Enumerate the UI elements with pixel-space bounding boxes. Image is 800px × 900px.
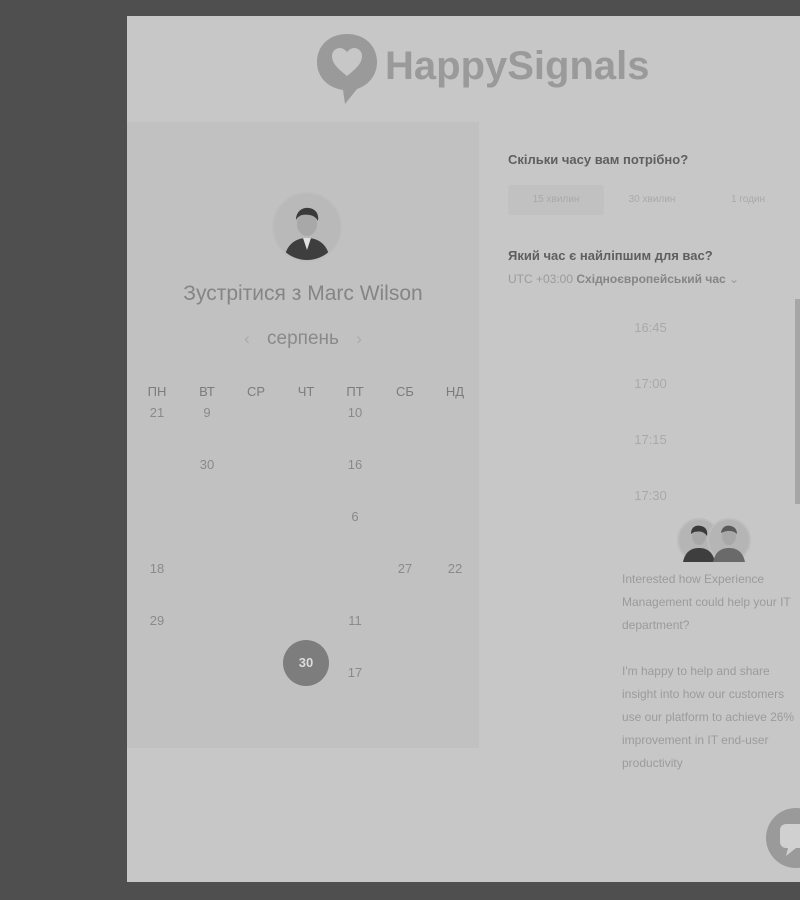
time-slot[interactable]: 17:00 — [497, 362, 800, 406]
time-question: Який час є найліпшим для вас? — [508, 248, 713, 263]
weekday-label: ЧТ — [297, 384, 315, 399]
chat-message-1: Interested how Experience Management cou… — [622, 572, 791, 632]
chat-agents-avatar — [677, 518, 751, 562]
meeting-booking-modal: HappySignals Зустрітися з Marc Wilson ‹ … — [127, 16, 800, 882]
heart-logo-icon — [317, 34, 377, 104]
duration-option-15[interactable]: 15 хвилин — [508, 185, 604, 215]
calendar-day[interactable]: 22 — [430, 559, 480, 579]
chat-launcher-button[interactable] — [766, 808, 800, 868]
calendar-day[interactable]: 10 — [330, 403, 380, 423]
calendar-day[interactable]: 17 — [330, 663, 380, 683]
calendar-day[interactable]: 30 — [182, 455, 232, 475]
calendar-day[interactable]: 27 — [380, 559, 430, 579]
weekday-label: ПТ — [346, 384, 364, 399]
duration-option-30[interactable]: 30 хвилин — [604, 185, 700, 215]
chevron-down-icon: ⌄ — [729, 272, 740, 286]
duration-options: 15 хвилин 30 хвилин 1 годин — [508, 185, 800, 215]
chat-popup: Interested how Experience Management cou… — [607, 504, 800, 804]
month-navigation: ‹ серпень › — [127, 328, 479, 350]
timezone-selector[interactable]: UTC +03:00 Східноєвропейський час ⌄ — [508, 272, 739, 286]
weekday-label: СБ — [396, 384, 414, 399]
month-label: серпень — [267, 328, 339, 349]
brand-header: HappySignals — [127, 16, 800, 122]
duration-option-60[interactable]: 1 годин — [700, 185, 796, 215]
weekday-label: ПН — [147, 384, 167, 399]
duration-question: Скільки часу вам потрібно? — [508, 152, 689, 167]
calendar-day[interactable]: 21 — [132, 403, 182, 423]
chat-bubble-icon — [780, 824, 800, 856]
selected-calendar-day[interactable]: 30 — [283, 640, 329, 686]
brand-name: HappySignals — [385, 44, 650, 88]
timezone-offset: UTC +03:00 — [508, 272, 574, 286]
timezone-name: Східноєвропейський час — [576, 272, 726, 286]
calendar-day[interactable]: 16 — [330, 455, 380, 475]
calendar-day[interactable]: 18 — [132, 559, 182, 579]
time-slot[interactable]: 17:15 — [497, 418, 800, 462]
host-avatar — [272, 192, 342, 262]
calendar-day[interactable]: 9 — [182, 403, 232, 423]
weekday-label: СР — [246, 384, 266, 399]
meet-title: Зустрітися з Marc Wilson — [183, 282, 423, 305]
chat-message-2: I'm happy to help and share insight into… — [622, 664, 795, 770]
time-slot[interactable]: 16:45 — [497, 306, 800, 350]
calendar-day[interactable]: 6 — [330, 507, 380, 527]
weekday-label: НД — [445, 384, 465, 399]
chat-message: Interested how Experience Management cou… — [622, 568, 800, 798]
weekday-label: ВТ — [199, 384, 215, 399]
time-slots-scrollbar[interactable] — [795, 299, 800, 519]
calendar-day[interactable]: 11 — [330, 611, 380, 631]
chevron-right-icon[interactable]: › — [344, 329, 374, 348]
chevron-left-icon[interactable]: ‹ — [232, 329, 262, 348]
calendar-day[interactable]: 29 — [132, 611, 182, 631]
